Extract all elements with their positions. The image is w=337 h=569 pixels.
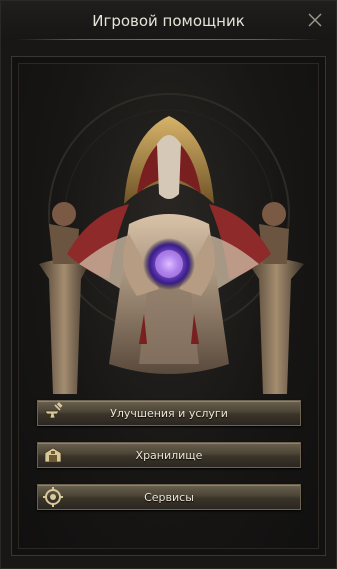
upgrades-services-button[interactable]: Улучшения и услуги [37, 400, 301, 426]
content-panel [11, 56, 326, 556]
titlebar: Игровой помощник [1, 1, 336, 41]
content-panel-inner [18, 63, 319, 549]
services-label: Сервисы [144, 491, 194, 504]
npc-oracle-illustration [39, 93, 304, 394]
storage-button[interactable]: Хранилище [37, 442, 301, 468]
services-button[interactable]: Сервисы [37, 484, 301, 510]
game-assistant-window: Игровой помощник Улучшения и услуги Хран… [0, 0, 337, 569]
storage-label: Хранилище [135, 449, 203, 462]
window-title: Игровой помощник [92, 12, 245, 30]
title-divider [15, 39, 322, 40]
upgrades-services-label: Улучшения и услуги [110, 407, 228, 420]
close-icon[interactable] [306, 11, 324, 29]
